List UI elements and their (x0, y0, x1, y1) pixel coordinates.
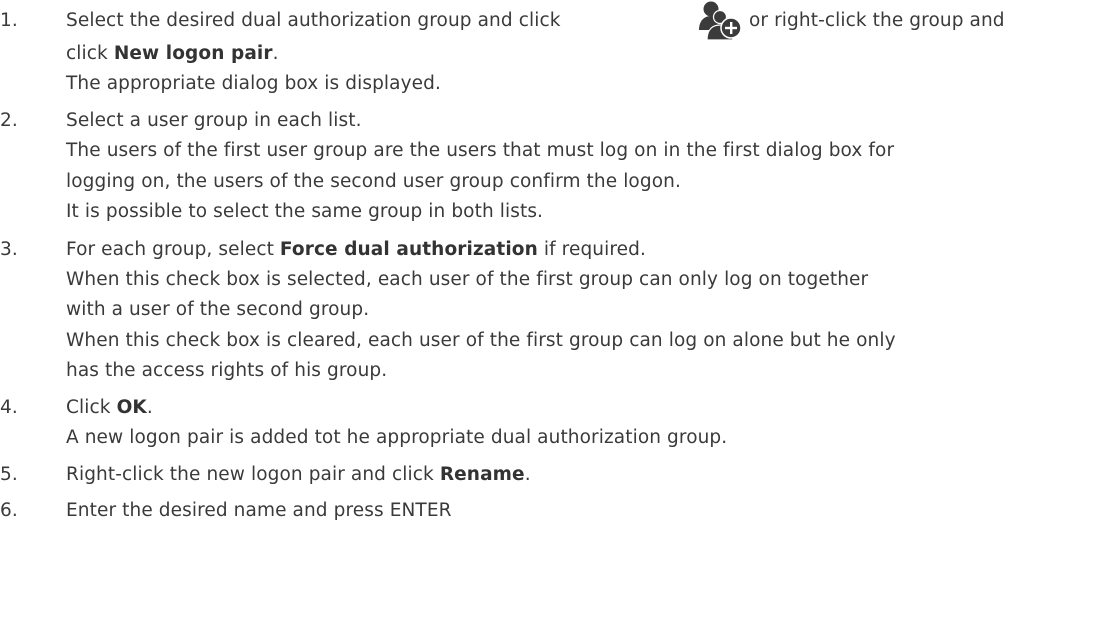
ok-label: OK (116, 397, 147, 418)
step-6-text: Enter the desired name and press ENTER (66, 500, 452, 521)
step-1-text-a: Select the desired dual authorization gr… (66, 10, 561, 31)
step-number: 5. (0, 464, 18, 485)
step-3-detail-2: with a user of the second group. (66, 299, 370, 320)
add-user-group-icon (697, 0, 743, 41)
step-number: 3. (0, 239, 18, 260)
step-3-text-a: For each group, select (66, 239, 280, 260)
step-2-text: Select a user group in each list. (66, 110, 362, 131)
step-2-detail-3: It is possible to select the same group … (66, 201, 544, 222)
step-3-text: For each group, select Force dual author… (66, 238, 646, 262)
step-1-text-c: click (66, 43, 114, 64)
step-number: 4. (0, 397, 18, 418)
step-4-text-c: . (146, 397, 153, 418)
step-4-text: Click OK. (66, 396, 153, 420)
step-4-text-a: Click (66, 397, 117, 418)
force-dual-authorization-label: Force dual authorization (279, 239, 538, 260)
rename-label: Rename (439, 464, 525, 485)
step-2-detail-1: The users of the first user group are th… (66, 140, 895, 161)
step-5-text: Right-click the new logon pair and click… (66, 463, 531, 487)
step-3-text-c: if required. (537, 239, 646, 260)
step-2-detail-2: logging on, the users of the second user… (66, 171, 681, 192)
step-3-detail-3: When this check box is cleared, each use… (66, 330, 896, 351)
step-3-detail-4: has the access rights of his group. (66, 360, 388, 381)
step-number: 2. (0, 110, 18, 131)
step-number: 6. (0, 500, 18, 521)
step-number: 1. (0, 10, 18, 31)
step-4-result: A new logon pair is added tot he appropr… (66, 427, 728, 448)
step-1-text-b: or right-click the group and (749, 10, 1005, 31)
step-3-detail-1: When this check box is selected, each us… (66, 269, 869, 290)
new-logon-pair-label: New logon pair (113, 43, 273, 64)
step-1-result: The appropriate dialog box is displayed. (66, 73, 441, 94)
step-5-text-c: . (524, 464, 531, 485)
instruction-document: 1. Select the desired dual authorization… (0, 0, 1103, 617)
step-5-text-a: Right-click the new logon pair and click (66, 464, 440, 485)
step-1-line-2: click New logon pair. (66, 42, 279, 66)
step-1-text-d: . (272, 43, 279, 64)
